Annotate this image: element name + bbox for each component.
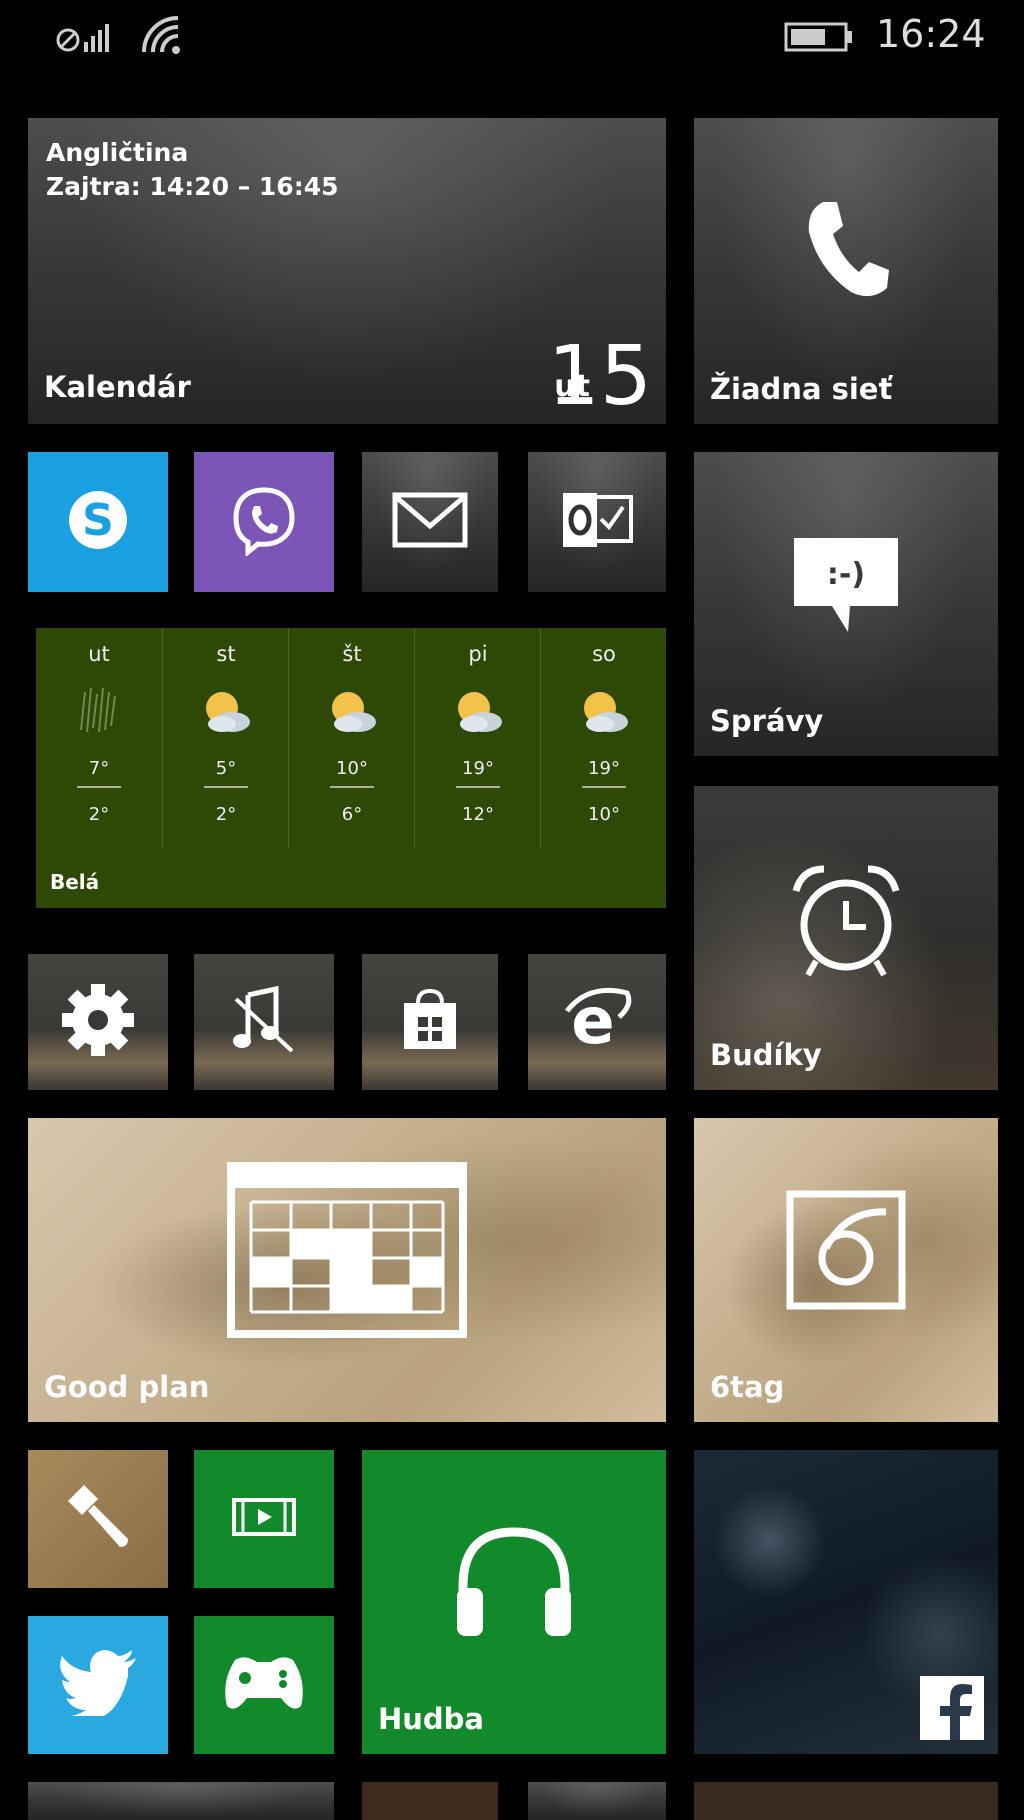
alarm-clock-icon xyxy=(786,861,906,985)
twitter-icon xyxy=(58,1650,138,1721)
svg-text:S: S xyxy=(82,495,114,546)
settings-tile[interactable] xyxy=(28,954,168,1090)
music-tile[interactable]: Hudba xyxy=(362,1450,666,1754)
weather-temp-divider xyxy=(77,786,121,788)
svg-text:e: e xyxy=(571,987,614,1053)
weather-day-column: so 19° 10° xyxy=(540,628,666,848)
viber-icon xyxy=(228,484,300,560)
weather-high-temp: 10° xyxy=(336,758,368,779)
partial-tile-bottom-2[interactable] xyxy=(362,1782,498,1820)
phone-label: Žiadna sieť xyxy=(710,372,893,406)
outlook-tile[interactable] xyxy=(528,452,666,592)
partly-sunny-icon xyxy=(450,686,506,736)
weather-day-column: st 5° 2° xyxy=(162,628,289,848)
video-tile[interactable] xyxy=(194,1450,334,1588)
weather-tile[interactable]: ut 7° 2° st 5° 2° št 10° 6° pi 19° 12° so 19° 10° Belá xyxy=(36,628,666,908)
skype-tile[interactable]: S xyxy=(28,452,168,592)
messages-label: Správy xyxy=(710,704,824,738)
outlook-icon xyxy=(561,489,633,555)
calendar-day-number: 15 xyxy=(547,329,652,424)
weather-low-temp: 6° xyxy=(341,804,363,825)
flashlight-tile[interactable] xyxy=(28,1450,168,1588)
weather-day-name: ut xyxy=(88,642,110,666)
internet-explorer-icon: e xyxy=(559,985,635,1059)
weather-day-name: pi xyxy=(468,642,488,666)
phone-icon xyxy=(801,196,891,310)
twitter-tile[interactable] xyxy=(28,1616,168,1754)
weather-temp-divider xyxy=(330,786,374,788)
partly-sunny-icon xyxy=(576,686,632,736)
good-plan-label: Good plan xyxy=(44,1370,210,1404)
headphones-icon xyxy=(449,1522,579,1646)
weather-high-temp: 19° xyxy=(462,758,494,779)
mail-icon xyxy=(392,492,468,552)
calendar-event-time: Zajtra: 14:20 – 16:45 xyxy=(46,172,339,201)
battery-icon xyxy=(784,20,856,54)
gear-icon xyxy=(60,982,136,1062)
ringtone-note-icon xyxy=(232,985,296,1059)
facebook-tile[interactable] xyxy=(694,1450,998,1754)
sixtag-tile[interactable]: 6tag xyxy=(694,1118,998,1422)
partial-tile-bottom-1[interactable] xyxy=(28,1782,334,1820)
calendar-event-title: Angličtina xyxy=(46,138,189,167)
music-label: Hudba xyxy=(378,1702,485,1736)
weather-day-column: ut 7° 2° xyxy=(36,628,162,848)
ringtones-tile[interactable] xyxy=(194,954,334,1090)
internet-explorer-tile[interactable]: e xyxy=(528,954,666,1090)
cellular-no-signal-icon xyxy=(50,16,110,56)
messages-tile[interactable]: :-) Správy xyxy=(694,452,998,756)
flashlight-icon xyxy=(62,1481,134,1557)
viber-tile[interactable] xyxy=(194,452,334,592)
weather-low-temp: 12° xyxy=(462,804,494,825)
store-tile[interactable] xyxy=(362,954,498,1090)
6tag-icon xyxy=(786,1190,906,1314)
weather-low-temp: 2° xyxy=(215,804,237,825)
phone-tile[interactable]: Žiadna sieť xyxy=(694,118,998,424)
weather-temp-divider xyxy=(456,786,500,788)
partly-sunny-icon xyxy=(198,686,254,736)
rain-icon xyxy=(71,686,127,736)
weather-day-name: so xyxy=(592,642,616,666)
weather-temp-divider xyxy=(582,786,626,788)
store-icon xyxy=(400,988,460,1055)
status-bar: 16:24 xyxy=(0,0,1024,80)
facebook-icon xyxy=(920,1676,984,1740)
weather-location: Belá xyxy=(50,870,100,894)
game-controller-icon xyxy=(221,1654,307,1716)
weather-day-name: st xyxy=(216,642,236,666)
svg-text::-): :-) xyxy=(827,557,865,592)
calendar-label: Kalendár xyxy=(44,370,191,404)
alarms-label: Budíky xyxy=(710,1038,822,1072)
weather-high-temp: 19° xyxy=(588,758,620,779)
sixtag-label: 6tag xyxy=(710,1370,785,1404)
weather-day-column: pi 19° 12° xyxy=(414,628,541,848)
partial-tile-bottom-4[interactable] xyxy=(694,1782,998,1820)
skype-icon: S xyxy=(63,485,133,559)
weather-forecast: ut 7° 2° st 5° 2° št 10° 6° pi 19° 12° so 19° 10° xyxy=(36,628,666,848)
message-icon: :-) xyxy=(786,532,906,646)
weather-temp-divider xyxy=(204,786,248,788)
video-icon xyxy=(231,1497,297,1541)
calendar-grid-icon xyxy=(227,1161,467,1342)
alarms-tile[interactable]: Budíky xyxy=(694,786,998,1090)
good-plan-tile[interactable]: Good plan xyxy=(28,1118,666,1422)
clock-time: 16:24 xyxy=(876,12,986,56)
wifi-icon xyxy=(140,14,184,58)
weather-day-name: št xyxy=(342,642,362,666)
partly-sunny-icon xyxy=(324,686,380,736)
weather-day-column: št 10° 6° xyxy=(288,628,415,848)
weather-high-temp: 5° xyxy=(215,758,237,779)
calendar-tile[interactable]: Angličtina Zajtra: 14:20 – 16:45 Kalendá… xyxy=(28,118,666,424)
weather-low-temp: 10° xyxy=(588,804,620,825)
weather-low-temp: 2° xyxy=(88,804,110,825)
mail-tile[interactable] xyxy=(362,452,498,592)
weather-high-temp: 7° xyxy=(88,758,110,779)
games-tile[interactable] xyxy=(194,1616,334,1754)
partial-tile-bottom-3[interactable] xyxy=(528,1782,666,1820)
